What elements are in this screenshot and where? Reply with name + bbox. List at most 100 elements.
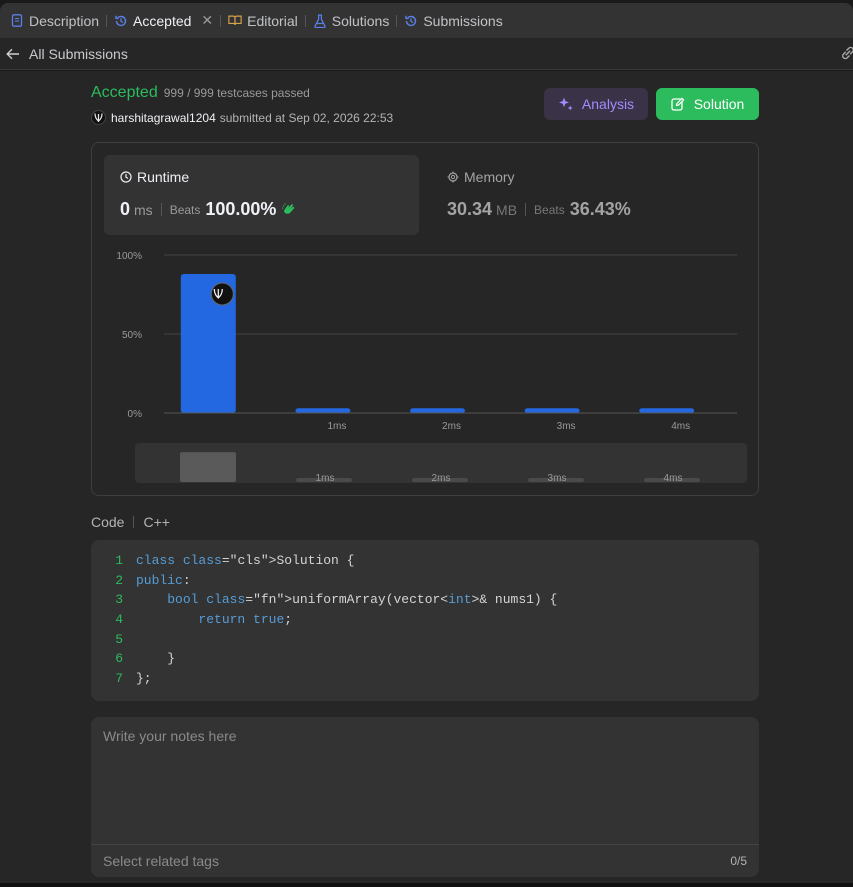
chart-bar[interactable] (639, 408, 695, 413)
testcases-count: 999 / 999 testcases passed (163, 86, 310, 100)
tab-description[interactable]: Description (10, 3, 99, 38)
y-tick-label: 100% (116, 251, 142, 262)
divider (525, 203, 527, 216)
code-label: Code (91, 514, 125, 530)
tab-accepted[interactable]: Accepted ✕ (114, 3, 213, 38)
solution-label: Solution (693, 96, 745, 112)
memory-unit: MB (496, 201, 518, 218)
flask-icon (313, 13, 327, 28)
minimap-label: 1ms (316, 473, 335, 483)
runtime-distribution-chart: 100% 50% 0% 1ms 2ms 3ms 4ms (92, 243, 760, 443)
bottom-edge (0, 883, 853, 887)
memory-beats-value: 36.43% (569, 199, 631, 219)
close-icon[interactable]: ✕ (201, 12, 213, 29)
code-text: public: (136, 572, 191, 588)
code-language: C++ (143, 514, 170, 530)
clock-icon (120, 171, 132, 183)
code-line: 2 public: (91, 571, 759, 591)
notes-input[interactable]: Write your notes here (103, 728, 237, 744)
history-icon (114, 14, 128, 28)
solution-button[interactable]: Solution (656, 88, 759, 120)
divider (160, 203, 162, 216)
code-line: 3 bool class="fn">uniformArray(vector<in… (91, 590, 759, 610)
code-text: }; (136, 670, 152, 686)
runtime-beats-value: 100.00% (205, 199, 277, 219)
memory-value: 30.34 (447, 199, 493, 219)
all-submissions-back-link[interactable]: All Submissions (6, 46, 128, 62)
link-icon[interactable] (839, 46, 853, 60)
runtime-title: Runtime (137, 169, 190, 185)
back-label: All Submissions (29, 45, 128, 62)
minimap-label: 2ms (432, 473, 451, 483)
line-number: 6 (115, 651, 123, 667)
tags-selector[interactable]: Select related tags 0/5 (91, 844, 759, 877)
status-badge: Accepted (91, 84, 158, 101)
chart-svg: 100% 50% 0% 1ms 2ms 3ms 4ms (116, 251, 737, 432)
y-tick-label: 50% (122, 330, 142, 341)
code-viewer[interactable]: 1 class class="cls">Solution { 2 public: 3 b… (91, 540, 759, 701)
runtime-panel[interactable]: Runtime 0 ms Beats 100.00% (104, 155, 419, 235)
code-line: 7}; (91, 669, 759, 689)
minimap-bar (180, 452, 236, 482)
performance-card: Runtime 0 ms Beats 100.00% Memory 30.34 … (91, 142, 759, 496)
chart-bar[interactable] (410, 408, 465, 413)
y-tick-label: 0% (128, 409, 143, 420)
book-icon (228, 14, 242, 28)
memory-title: Memory (464, 169, 515, 185)
your-submission-avatar (210, 282, 234, 306)
chart-range-slider[interactable]: 1ms 2ms 3ms 4ms (135, 443, 747, 483)
submission-status: Accepted 999 / 999 testcases passed (91, 84, 310, 102)
tags-count: 0/5 (730, 854, 747, 868)
username-link[interactable]: harshitagrawal1204 (111, 111, 216, 125)
edit-icon (671, 97, 685, 111)
submission-subheader: All Submissions (0, 38, 853, 70)
chip-icon (447, 171, 459, 183)
code-header: Code C++ (91, 514, 170, 530)
code-line: 1 class class="cls">Solution { (91, 551, 759, 571)
tab-solutions[interactable]: Solutions (313, 3, 390, 38)
divider (133, 516, 135, 528)
x-tick-label: 1ms (327, 421, 346, 432)
line-number: 7 (115, 670, 123, 686)
code-line: 6 } (91, 649, 759, 669)
line-number: 1 (115, 553, 123, 569)
runtime-unit: ms (134, 201, 153, 218)
analysis-button[interactable]: Analysis (544, 88, 648, 120)
line-number: 2 (115, 572, 123, 588)
line-number: 5 (115, 631, 123, 647)
notes-panel: Write your notes here Select related tag… (91, 717, 759, 877)
submitted-time: submitted at Sep 02, 2026 22:53 (219, 110, 394, 125)
tab-divider (106, 14, 108, 27)
tab-divider (396, 14, 398, 27)
tab-divider (304, 14, 306, 27)
memory-beats-label: Beats (534, 202, 565, 217)
tags-placeholder: Select related tags (103, 853, 219, 869)
sparkle-icon (558, 97, 573, 111)
tab-editorial[interactable]: Editorial (228, 3, 298, 38)
submission-author: harshitagrawal1204 submitted at Sep 02, … (91, 110, 393, 125)
submission-detail: Accepted 999 / 999 testcases passed harsh… (0, 71, 853, 883)
code-text: class class="cls">Solution { (136, 553, 355, 569)
minimap-label: 4ms (664, 473, 683, 483)
line-number: 3 (115, 592, 123, 608)
analysis-label: Analysis (581, 96, 635, 112)
chart-bar[interactable] (524, 408, 580, 413)
code-line: 5 (91, 629, 759, 649)
chart-bar[interactable] (295, 408, 351, 413)
tab-label: Editorial (247, 12, 298, 29)
code-line: 4 return true; (91, 610, 759, 630)
code-text: bool class="fn">uniformArray(vector<int>… (167, 592, 558, 608)
x-tick-label: 2ms (442, 421, 461, 432)
tab-label: Description (29, 12, 100, 29)
tab-submissions[interactable]: Submissions (404, 3, 503, 38)
runtime-value: 0 (120, 199, 131, 219)
x-tick-label: 4ms (671, 421, 690, 432)
line-number: 4 (115, 612, 123, 628)
minimap-svg: 1ms 2ms 3ms 4ms (180, 452, 700, 483)
minimap-label: 3ms (548, 473, 567, 483)
tab-divider (220, 14, 222, 27)
tab-label: Accepted (133, 12, 192, 29)
avatar[interactable] (91, 110, 106, 125)
tab-label: Solutions (331, 12, 390, 29)
memory-panel[interactable]: Memory 30.34 MB Beats 36.43% (432, 155, 747, 235)
